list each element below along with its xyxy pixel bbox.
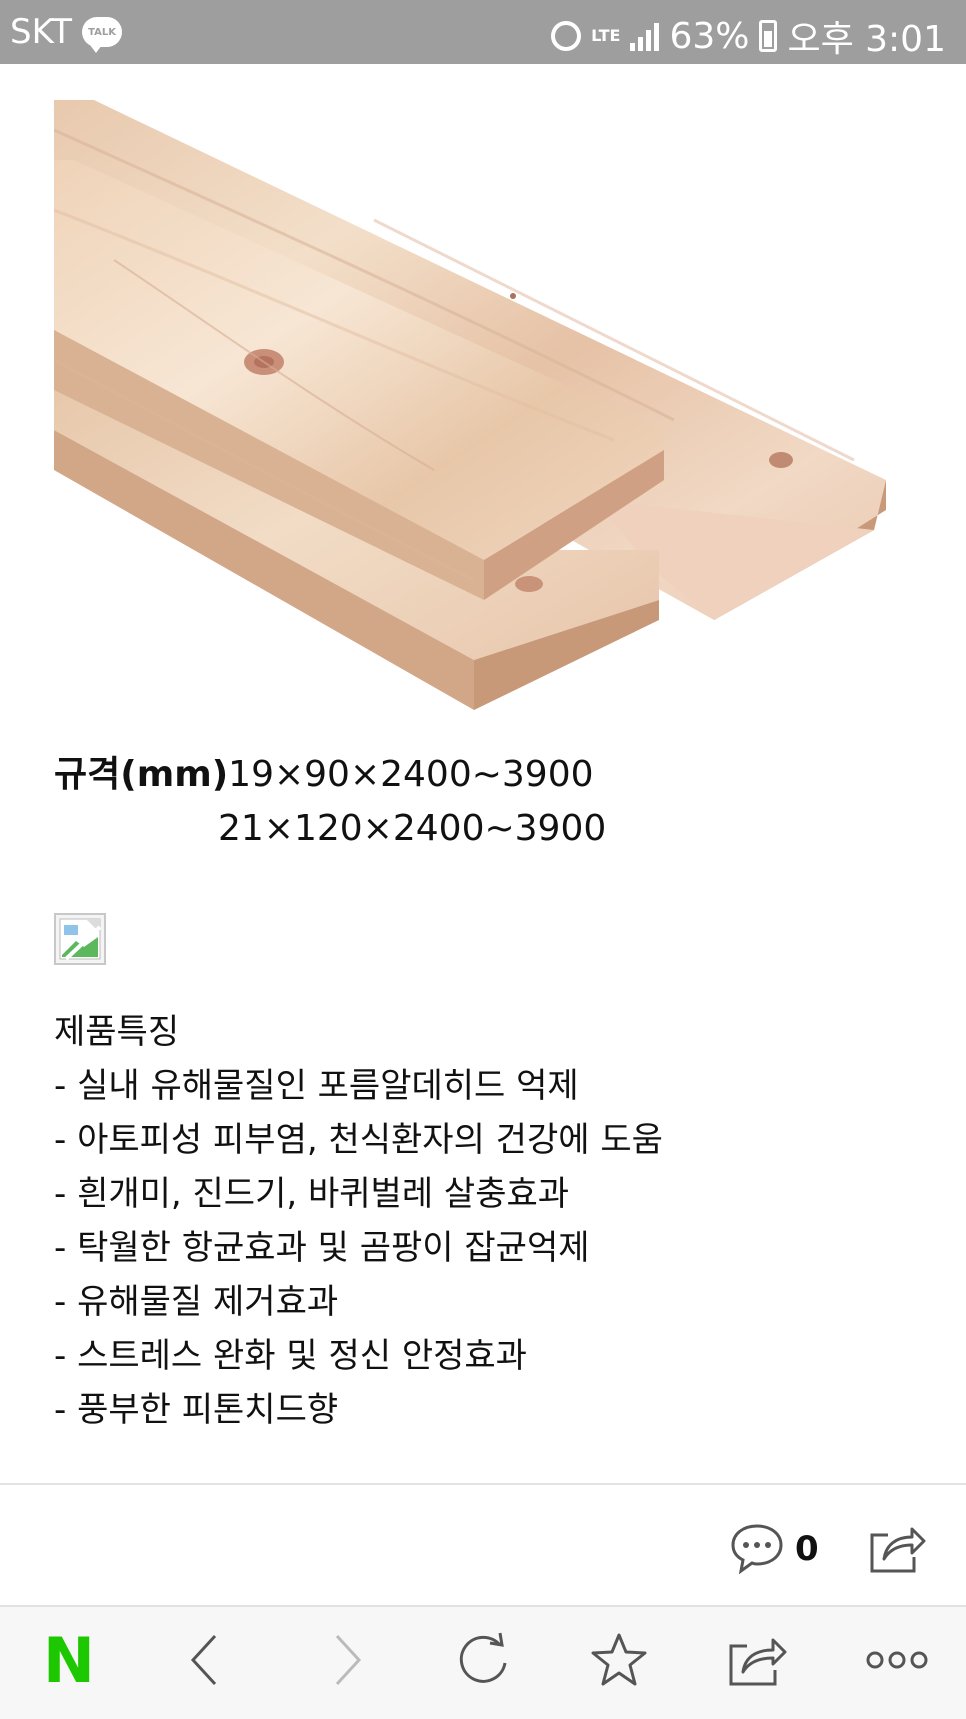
product-features: 제품특징 - 실내 유해물질인 포름알데히드 억제 - 아토피성 피부염, 천식… [54,1005,663,1437]
battery-percent: 63% [669,15,750,57]
feature-item: - 흰개미, 진드기, 바퀴벌레 살충효과 [54,1174,570,1214]
post-actions: 0 [0,1515,966,1585]
spec-label: 규격(mm) [54,754,229,795]
naver-home-button[interactable]: N [34,1623,104,1697]
forward-button[interactable] [312,1625,382,1695]
browser-bottom-nav: N [0,1605,966,1719]
kakaotalk-icon: TALK [82,17,123,53]
feature-item: - 스트레스 완화 및 정신 안정효과 [54,1336,527,1376]
feature-item: - 풍부한 피톤치드향 [54,1390,339,1430]
clock: 오후 3:01 [787,19,946,60]
comment-count[interactable]: 0 [795,1529,819,1569]
forward-icon [335,1634,362,1686]
battery-icon [759,20,778,52]
divider [0,1483,966,1485]
comment-icon[interactable] [730,1521,784,1575]
broken-image-icon [54,913,106,965]
bookmark-star-icon [591,1633,647,1686]
features-title: 제품특징 [54,1012,180,1052]
status-right: LTE 63% 오후 3:01 [551,10,946,62]
back-icon [190,1634,217,1686]
signal-icon [630,21,660,51]
carrier-label: SKT [10,12,73,52]
feature-item: - 유해물질 제거효과 [54,1282,339,1322]
more-icon [866,1651,928,1669]
spec-value-2: 21×120×2400~3900 [218,808,607,849]
status-left: SKT TALK [10,12,123,53]
alarm-icon [551,21,582,51]
product-spec: 규격(mm)19×90×2400~3900 21×120×2400~3900 [54,748,606,856]
share-icon [729,1638,787,1686]
share-button[interactable] [722,1625,792,1695]
more-button[interactable] [862,1625,932,1695]
product-image [53,100,910,740]
share-icon[interactable] [868,1521,926,1575]
naver-logo: N [43,1623,95,1697]
feature-item: - 아토피성 피부염, 천식환자의 건강에 도움 [54,1120,663,1160]
refresh-icon [459,1632,507,1683]
lte-icon: LTE [591,26,621,45]
spec-value-1: 19×90×2400~3900 [228,754,594,795]
feature-item: - 실내 유해물질인 포름알데히드 억제 [54,1066,579,1106]
status-bar: SKT TALK LTE 63% 오후 3:01 [0,0,966,64]
back-button[interactable] [170,1625,240,1695]
bookmark-button[interactable] [584,1625,654,1695]
refresh-button[interactable] [448,1625,518,1695]
feature-item: - 탁월한 항균효과 및 곰팡이 잡균억제 [54,1228,590,1268]
